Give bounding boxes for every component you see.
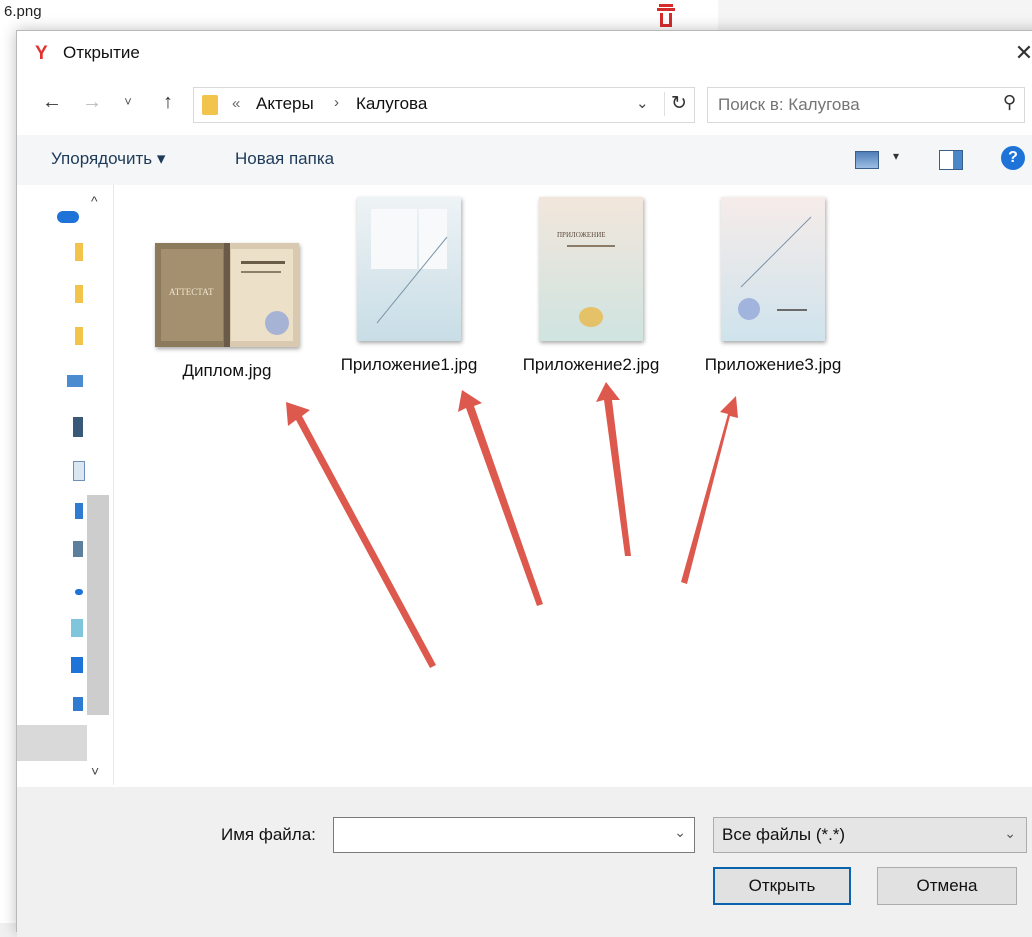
- breadcrumb-overflow[interactable]: «: [232, 95, 240, 112]
- dialog-titlebar: Y Открытие ✕: [17, 31, 1032, 75]
- filetype-select[interactable]: Все файлы (*.*) ⌄: [713, 817, 1027, 853]
- recent-locations-button[interactable]: ˅: [115, 89, 141, 115]
- file-name-label: Приложение1.jpg: [340, 355, 478, 374]
- onedrive-icon[interactable]: [57, 211, 79, 223]
- sidebar-scrollbar-thumb[interactable]: [87, 495, 109, 715]
- browser-logo-icon: Y: [35, 43, 48, 64]
- chevron-down-icon[interactable]: ⌄: [1004, 825, 1016, 842]
- back-button[interactable]: ←: [39, 89, 65, 115]
- appendix-thumbnail-icon: ПРИЛОЖЕНИЕ: [539, 197, 643, 341]
- dialog-footer: Имя файла: ⌄ Все файлы (*.*) ⌄ Открыть О…: [17, 787, 1032, 937]
- file-item[interactable]: Приложение3.jpg: [693, 197, 853, 377]
- open-file-dialog: Y Открытие ✕ ← → ˅ ↑ « Актеры › Калугова…: [16, 30, 1032, 937]
- filename-combobox[interactable]: ⌄: [333, 817, 695, 853]
- file-list[interactable]: АТТЕСТАТ Диплом.jpg Приложение1.jpg ПРИЛ…: [115, 185, 1032, 785]
- up-folder-button[interactable]: ↑: [155, 89, 181, 115]
- diploma-thumbnail-icon: АТТЕСТАТ: [155, 243, 299, 347]
- search-input[interactable]: [716, 93, 990, 117]
- videos-icon[interactable]: [73, 417, 83, 437]
- breadcrumb-actors[interactable]: Актеры: [256, 94, 314, 114]
- breadcrumb-kalugova[interactable]: Калугова: [356, 94, 427, 114]
- pictures-icon[interactable]: [73, 541, 83, 557]
- filename-input[interactable]: [338, 822, 662, 848]
- appendix-thumbnail-icon: [357, 197, 461, 341]
- scroll-down-icon[interactable]: ˅: [91, 763, 99, 779]
- sidebar-selected-item[interactable]: [17, 725, 87, 761]
- scroll-up-icon[interactable]: ^: [91, 193, 98, 209]
- open-button[interactable]: Открыть: [713, 867, 851, 905]
- view-options-dropdown[interactable]: ▾: [893, 149, 899, 163]
- folder-icon[interactable]: [75, 285, 83, 303]
- 3d-objects-icon[interactable]: [71, 619, 83, 637]
- file-name-label: Диплом.jpg: [182, 361, 272, 380]
- svg-text:ПРИЛОЖЕНИЕ: ПРИЛОЖЕНИЕ: [557, 231, 606, 239]
- close-button[interactable]: ✕: [1009, 39, 1032, 69]
- change-view-icon[interactable]: [855, 151, 879, 169]
- folder-icon[interactable]: [75, 243, 83, 261]
- command-toolbar: Упорядочить ▾ Новая папка ▾ ?: [17, 135, 1032, 185]
- address-row: ← → ˅ ↑ « Актеры › Калугова ⌄ ↻ ⚲: [17, 83, 1032, 125]
- this-pc-icon[interactable]: [67, 375, 83, 387]
- cancel-button[interactable]: Отмена: [877, 867, 1017, 905]
- search-icon[interactable]: ⚲: [1003, 92, 1016, 113]
- navigation-pane[interactable]: ^ ˅: [17, 185, 114, 785]
- new-folder-button[interactable]: Новая папка: [235, 149, 334, 169]
- organize-menu[interactable]: Упорядочить ▾: [51, 149, 165, 169]
- svg-text:АТТЕСТАТ: АТТЕСТАТ: [169, 287, 214, 297]
- chevron-down-icon[interactable]: ⌄: [674, 824, 686, 841]
- background-file-name: 6.png: [4, 3, 42, 20]
- file-name-label: Приложение2.jpg: [522, 355, 660, 374]
- filetype-value: Все файлы (*.*): [722, 825, 846, 844]
- address-bar[interactable]: « Актеры › Калугова ⌄ ↻: [193, 87, 695, 123]
- appendix-thumbnail-icon: [721, 197, 825, 341]
- documents-icon[interactable]: [73, 461, 85, 481]
- file-item[interactable]: ПРИЛОЖЕНИЕ Приложение2.jpg: [511, 197, 671, 377]
- preview-pane-icon[interactable]: [939, 150, 963, 170]
- help-icon[interactable]: ?: [1001, 146, 1025, 170]
- background-page-header: [718, 0, 1032, 30]
- desktop-icon[interactable]: [71, 657, 83, 673]
- refresh-icon[interactable]: ↻: [664, 92, 687, 116]
- filename-label: Имя файла:: [221, 825, 316, 844]
- file-item[interactable]: Приложение1.jpg: [329, 197, 489, 377]
- downloads-icon[interactable]: [75, 503, 83, 519]
- folder-icon: [202, 95, 218, 115]
- address-dropdown-icon[interactable]: ⌄: [636, 94, 649, 112]
- dialog-title: Открытие: [63, 43, 140, 62]
- trash-icon[interactable]: [654, 2, 678, 28]
- file-name-label: Приложение3.jpg: [704, 355, 842, 374]
- folder-icon[interactable]: [75, 327, 83, 345]
- onedrive-icon[interactable]: [75, 589, 83, 595]
- windows-drive-icon[interactable]: [73, 697, 83, 711]
- search-box[interactable]: ⚲: [707, 87, 1025, 123]
- breadcrumb-separator[interactable]: ›: [334, 94, 339, 111]
- forward-button[interactable]: →: [79, 89, 105, 115]
- file-item[interactable]: АТТЕСТАТ Диплом.jpg: [147, 243, 307, 383]
